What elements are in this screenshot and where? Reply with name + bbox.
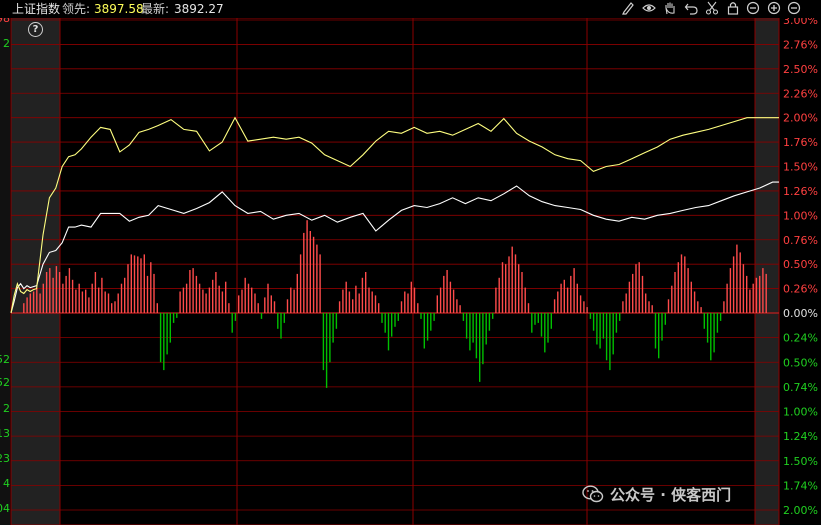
right-axis-tick-label: 1.00% bbox=[783, 209, 818, 222]
help-icon[interactable]: ? bbox=[28, 22, 43, 37]
undo-icon[interactable] bbox=[683, 1, 699, 17]
left-axis-fragment: 52 bbox=[0, 376, 10, 389]
right-axis-tick-label: 1.50% bbox=[783, 161, 818, 174]
side-panels bbox=[0, 18, 779, 525]
intraday-chart[interactable]: 3.00%2.76%2.50%2.26%2.00%1.76%1.50%1.26%… bbox=[0, 0, 821, 525]
eye-icon[interactable] bbox=[641, 1, 657, 17]
pencil-icon[interactable] bbox=[620, 1, 636, 17]
lock-icon[interactable] bbox=[725, 1, 741, 17]
right-axis-tick-label: 1.74% bbox=[783, 479, 818, 492]
latest-value: 3892.27 bbox=[174, 2, 224, 16]
left-axis-fragment: 04 bbox=[0, 502, 10, 515]
chart-grid bbox=[10, 17, 780, 525]
left-axis-fragment: 2 bbox=[3, 37, 10, 50]
zoom-out-icon[interactable] bbox=[786, 1, 802, 17]
bar-series bbox=[23, 220, 767, 388]
chart-header: 上证指数 领先: 3897.58 最新: 3892.27 bbox=[0, 0, 821, 18]
leading-label: 领先: bbox=[62, 2, 91, 16]
right-axis-tick-label: 1.50% bbox=[783, 455, 818, 468]
right-axis-tick-label: 1.76% bbox=[783, 136, 818, 149]
right-axis-tick-label: 0.76% bbox=[783, 234, 818, 247]
left-axis-fragment: 52 bbox=[0, 353, 10, 366]
right-axis-tick-label: 2.26% bbox=[783, 87, 818, 100]
left-axis-fragment: 23 bbox=[0, 452, 10, 465]
right-axis-tick-label: 2.00% bbox=[783, 112, 818, 125]
right-axis-tick-label: 1.00% bbox=[783, 406, 818, 419]
scissors-icon[interactable] bbox=[704, 1, 720, 17]
right-axis-tick-label: 1.24% bbox=[783, 430, 818, 443]
right-axis-tick-label: 2.50% bbox=[783, 63, 818, 76]
right-axis-tick-label: 1.26% bbox=[783, 185, 818, 198]
right-axis-tick-label: 0.50% bbox=[783, 356, 818, 369]
right-axis-tick-label: 0.74% bbox=[783, 381, 818, 394]
right-axis-tick-label: 2.00% bbox=[783, 504, 818, 517]
index-title: 上证指数 bbox=[12, 2, 61, 16]
right-axis-tick-label: 0.50% bbox=[783, 258, 818, 271]
hand-icon[interactable] bbox=[662, 1, 678, 17]
right-axis-tick-label: 0.26% bbox=[783, 283, 818, 296]
right-axis-tick-label: 0.24% bbox=[783, 332, 818, 345]
minus-circle-icon[interactable] bbox=[745, 1, 761, 17]
watermark: 公众号 · 侠客西门 bbox=[582, 482, 731, 506]
watermark-text: 公众号 · 侠客西门 bbox=[610, 485, 732, 504]
latest-label: 最新: bbox=[141, 2, 170, 16]
zoom-in-icon[interactable] bbox=[766, 1, 782, 17]
left-axis-fragment: 2 bbox=[3, 402, 10, 415]
weighted-index-line bbox=[10, 181, 779, 314]
left-axis-fragment: 4 bbox=[3, 477, 10, 490]
right-axis-tick-label: 2.76% bbox=[783, 38, 818, 51]
right-axis: 3.00%2.76%2.50%2.26%2.00%1.76%1.50%1.26%… bbox=[783, 14, 818, 517]
post-close-panel bbox=[755, 18, 779, 525]
left-margin-panel bbox=[0, 18, 10, 525]
pre-open-panel bbox=[11, 18, 60, 525]
right-axis-tick-label: 0.00% bbox=[783, 307, 818, 320]
leading-value: 3897.58 bbox=[94, 2, 144, 16]
chart-border bbox=[10, 17, 780, 525]
left-axis-fragment: 13 bbox=[0, 427, 10, 440]
wechat-logo-icon bbox=[582, 485, 604, 503]
